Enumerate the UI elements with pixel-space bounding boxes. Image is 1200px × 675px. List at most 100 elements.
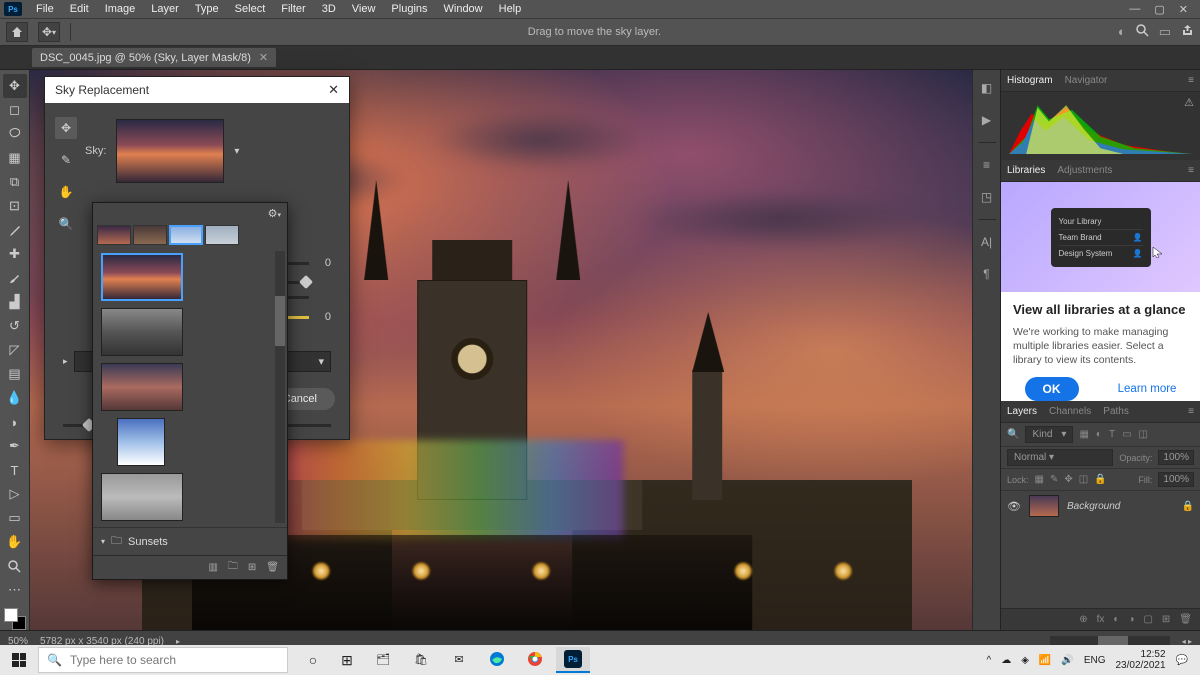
layers-panel-menu-icon[interactable]: ≡: [1188, 406, 1194, 417]
document-tab-close-icon[interactable]: ✕: [259, 51, 268, 64]
dock-color-icon[interactable]: ◧: [975, 76, 999, 100]
preset-scrollbar[interactable]: [275, 251, 285, 523]
path-select-tool[interactable]: ▷: [3, 482, 27, 506]
filter-smart-icon[interactable]: ◫: [1139, 429, 1148, 440]
new-group-icon[interactable]: ▢: [1143, 614, 1152, 625]
tray-onedrive-icon[interactable]: ☁: [1001, 655, 1011, 666]
menu-file[interactable]: File: [28, 1, 62, 17]
search-icon[interactable]: [1136, 24, 1149, 40]
zoom-tool[interactable]: [3, 554, 27, 578]
taskbar-store[interactable]: 🛍: [404, 647, 438, 673]
lock-artboard-icon[interactable]: ◫: [1079, 474, 1088, 485]
layer-fx-icon[interactable]: fx: [1097, 614, 1105, 625]
preset-thumb[interactable]: [101, 473, 183, 521]
gradient-tool[interactable]: ▤: [3, 362, 27, 386]
blend-mode-dropdown[interactable]: Normal ▾: [1007, 449, 1113, 466]
layers-kind-filter[interactable]: Kind▾: [1025, 426, 1073, 443]
preset-delete-icon[interactable]: 🗑: [266, 562, 279, 573]
color-swatches[interactable]: [4, 608, 26, 630]
preset-import-icon[interactable]: ▥: [208, 562, 217, 573]
tray-wifi-icon[interactable]: 📶: [1039, 655, 1051, 666]
dialog-titlebar[interactable]: Sky Replacement ✕: [45, 77, 349, 103]
menu-type[interactable]: Type: [187, 1, 227, 17]
tray-dropbox-icon[interactable]: ◈: [1021, 655, 1029, 666]
preset-thumb[interactable]: [101, 253, 183, 301]
filter-pixel-icon[interactable]: ▦: [1079, 429, 1088, 440]
clone-stamp-tool[interactable]: ▟: [3, 290, 27, 314]
lock-transparency-icon[interactable]: ▦: [1035, 474, 1044, 485]
preset-list[interactable]: [93, 247, 287, 527]
marquee-tool[interactable]: ◻: [3, 98, 27, 122]
delete-layer-icon[interactable]: 🗑: [1179, 614, 1192, 625]
preset-thumb[interactable]: [101, 363, 183, 411]
libraries-promo-learn-link[interactable]: Learn more: [1118, 383, 1177, 395]
taskbar-search[interactable]: 🔍 Type here to search: [38, 647, 288, 673]
eraser-tool[interactable]: ◸: [3, 338, 27, 362]
object-select-tool[interactable]: ▦: [3, 146, 27, 170]
dock-paragraph-icon[interactable]: ¶: [975, 262, 999, 286]
new-layer-icon[interactable]: ⊞: [1162, 614, 1170, 625]
adjustment-layer-icon[interactable]: ◑: [1128, 614, 1134, 625]
tray-chevron-icon[interactable]: ^: [987, 655, 992, 666]
section-chevron-icon[interactable]: ▸: [63, 356, 68, 367]
dialog-brush-tool[interactable]: ✎: [55, 149, 77, 171]
preset-folder-row[interactable]: ▾ 🗀 Sunsets: [93, 527, 287, 555]
window-maximize-icon[interactable]: ▢: [1154, 3, 1164, 16]
pen-tool[interactable]: ✒: [3, 434, 27, 458]
sky-dropdown-icon[interactable]: ▾: [234, 146, 239, 157]
tab-libraries[interactable]: Libraries: [1007, 165, 1045, 176]
dock-play-icon[interactable]: ▶: [975, 108, 999, 132]
dialog-move-tool[interactable]: ✥: [55, 117, 77, 139]
shape-tool[interactable]: ▭: [3, 506, 27, 530]
preset-category-4[interactable]: [205, 225, 239, 245]
blur-tool[interactable]: 💧: [3, 386, 27, 410]
dialog-close-icon[interactable]: ✕: [328, 82, 339, 98]
lock-all-icon[interactable]: 🔒: [1094, 474, 1106, 485]
menu-view[interactable]: View: [344, 1, 384, 17]
dock-glyph-icon[interactable]: A|: [975, 230, 999, 254]
foreground-color-swatch[interactable]: [4, 608, 18, 622]
tab-channels[interactable]: Channels: [1049, 406, 1091, 417]
tray-volume-icon[interactable]: 🔊: [1061, 655, 1073, 666]
frame-tool[interactable]: ⊡: [3, 194, 27, 218]
histogram-panel-menu-icon[interactable]: ≡: [1188, 75, 1194, 86]
window-minimize-icon[interactable]: —: [1129, 3, 1140, 16]
lock-position-icon[interactable]: ✥: [1064, 474, 1072, 485]
brush-tool[interactable]: [3, 266, 27, 290]
preset-thumb[interactable]: [101, 308, 183, 356]
share-icon[interactable]: [1181, 24, 1194, 40]
menu-plugins[interactable]: Plugins: [383, 1, 435, 17]
preset-new-icon[interactable]: ⊞: [248, 562, 256, 573]
dodge-tool[interactable]: ◗: [3, 410, 27, 434]
libraries-panel-menu-icon[interactable]: ≡: [1188, 165, 1194, 176]
sky-preview-thumbnail[interactable]: [116, 119, 224, 183]
window-close-icon[interactable]: ✕: [1179, 3, 1188, 16]
opacity-value[interactable]: 100%: [1158, 450, 1194, 465]
type-tool[interactable]: T: [3, 458, 27, 482]
tab-navigator[interactable]: Navigator: [1065, 75, 1108, 86]
tray-notifications-icon[interactable]: 💬: [1176, 655, 1188, 666]
lock-pixels-icon[interactable]: ✎: [1050, 474, 1058, 485]
move-tool-indicator[interactable]: ✥ ▾: [38, 22, 60, 42]
libraries-promo-ok-button[interactable]: OK: [1025, 377, 1079, 401]
tray-language[interactable]: ENG: [1084, 655, 1106, 666]
histogram-warning-icon[interactable]: ⚠: [1184, 96, 1194, 109]
layer-name[interactable]: Background: [1067, 501, 1120, 512]
preset-settings-icon[interactable]: ⚙▾: [268, 207, 281, 220]
layer-thumbnail[interactable]: [1029, 495, 1059, 517]
tab-adjustments[interactable]: Adjustments: [1057, 165, 1112, 176]
taskbar-edge[interactable]: [480, 647, 514, 673]
start-button[interactable]: [4, 647, 34, 673]
layer-lock-icon[interactable]: 🔒: [1182, 501, 1194, 512]
tab-histogram[interactable]: Histogram: [1007, 75, 1053, 86]
menu-help[interactable]: Help: [491, 1, 530, 17]
layer-row-background[interactable]: 👁 Background 🔒: [1001, 491, 1200, 521]
folder-chevron-icon[interactable]: ▾: [101, 537, 105, 546]
menu-window[interactable]: Window: [436, 1, 491, 17]
filter-adjust-icon[interactable]: ◐: [1096, 429, 1102, 440]
menu-select[interactable]: Select: [227, 1, 274, 17]
healing-brush-tool[interactable]: ✚: [3, 242, 27, 266]
edit-toolbar[interactable]: ⋯: [3, 578, 27, 602]
dock-adjust-icon[interactable]: ≡: [975, 153, 999, 177]
home-button[interactable]: [6, 22, 28, 42]
